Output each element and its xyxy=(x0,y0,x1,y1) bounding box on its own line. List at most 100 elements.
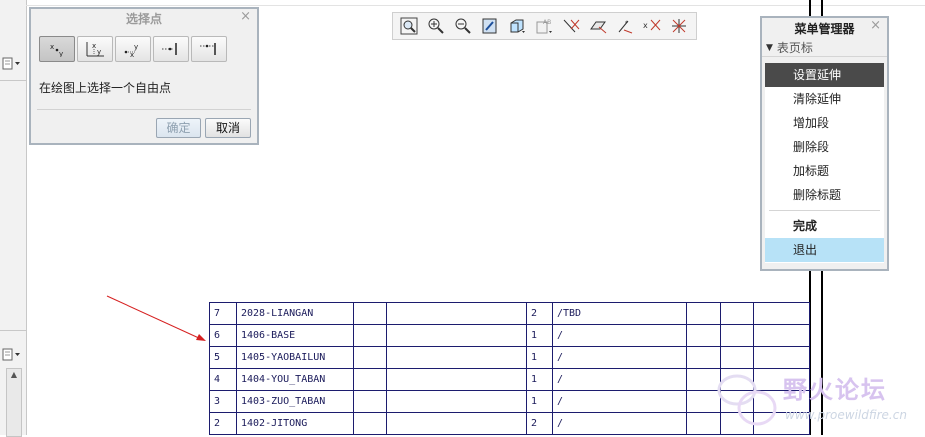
table-cell: 1404-YOU_TABAN xyxy=(236,368,354,391)
table-cell xyxy=(386,302,527,325)
table-row[interactable]: 7 2028-LIANGAN 2/TBD xyxy=(209,302,810,325)
menu-item-add-title[interactable]: 加标题 xyxy=(765,159,884,183)
svg-text:y: y xyxy=(97,48,101,56)
repaint-icon xyxy=(482,18,497,34)
menu-item-add-segment[interactable]: 增加段 xyxy=(765,111,884,135)
menu-item-delete-segment[interactable]: 删除段 xyxy=(765,135,884,159)
point-on-edge-icon xyxy=(162,43,177,55)
svg-text:*: * xyxy=(625,20,628,27)
dialog-divider xyxy=(37,109,251,110)
table-cell: 1 xyxy=(526,390,553,413)
menu-manager-title: 菜单管理器 xyxy=(794,22,855,36)
menu-item-set-extension[interactable]: 设置延伸 xyxy=(765,63,884,87)
table-cell: 3 xyxy=(209,390,237,413)
csys-display-button[interactable]: x xyxy=(640,15,664,37)
table-cell: 7 xyxy=(209,302,237,325)
svg-text:x: x xyxy=(130,51,134,58)
table-cell xyxy=(686,324,721,347)
point-on-vertex-icon xyxy=(200,43,216,55)
table-cell xyxy=(720,346,754,369)
svg-text:y: y xyxy=(59,50,63,57)
menu-manager: 菜单管理器 × ▼ 表页标 设置延伸 清除延伸 增加段 删除段 加标题 删除标题… xyxy=(760,16,889,271)
table-cell xyxy=(353,390,387,413)
point-xy-button[interactable]: x y xyxy=(39,36,75,62)
table-cell xyxy=(753,346,810,369)
watermark-url: www.proewildfire.cn xyxy=(785,408,907,422)
close-icon[interactable]: × xyxy=(870,18,881,33)
axis-display-icon xyxy=(563,19,580,33)
zoom-out-icon xyxy=(455,18,471,34)
model-tree-dropdown-button[interactable] xyxy=(0,343,24,365)
cancel-button[interactable]: 取消 xyxy=(205,118,251,138)
table-cell xyxy=(353,368,387,391)
table-cell: / xyxy=(552,346,687,369)
plane-display-icon xyxy=(590,21,607,34)
spin-center-button[interactable] xyxy=(667,15,691,37)
view-toolbar: AB * x xyxy=(392,12,697,40)
table-cell xyxy=(353,324,387,347)
table-cell xyxy=(353,302,387,325)
table-cell: 2 xyxy=(526,302,553,325)
point-xy-icon: x y xyxy=(50,43,63,57)
table-cell: / xyxy=(552,390,687,413)
menu-item-list: 设置延伸 清除延伸 增加段 删除段 加标题 删除标题 完成 退出 xyxy=(765,63,884,263)
point-type-tools: x y x y y x xyxy=(39,36,227,62)
butterfly-logo-icon xyxy=(717,374,777,426)
menu-section-label: 表页标 xyxy=(776,41,813,55)
watermark: 野火论坛 www.proewildfire.cn xyxy=(715,368,925,435)
note-display-button[interactable]: AB xyxy=(532,15,556,37)
table-cell: 1406-BASE xyxy=(236,324,354,347)
ok-button[interactable]: 确定 xyxy=(156,118,201,138)
table-cell: 1402-JITONG xyxy=(236,412,354,435)
note-display-icon: AB xyxy=(536,19,552,34)
table-cell xyxy=(753,302,810,325)
table-cell: 1403-ZUO_TABAN xyxy=(236,390,354,413)
top-divider xyxy=(26,0,925,6)
menu-item-clear-extension[interactable]: 清除延伸 xyxy=(765,87,884,111)
svg-text:y: y xyxy=(134,43,138,51)
point-display-button[interactable]: * xyxy=(613,15,637,37)
table-cell: 5 xyxy=(209,346,237,369)
scroll-up-icon[interactable]: ▲ xyxy=(7,369,21,381)
vertical-scrollbar[interactable]: ▲ xyxy=(6,368,22,437)
menu-item-quit[interactable]: 退出 xyxy=(765,238,884,262)
table-cell: / xyxy=(552,368,687,391)
point-on-vertex-button[interactable] xyxy=(191,36,227,62)
table-cell xyxy=(686,346,721,369)
table-row[interactable]: 5 1405-YAOBAILUN 1/ xyxy=(209,346,810,369)
repaint-button[interactable] xyxy=(478,15,502,37)
zoom-in-button[interactable] xyxy=(424,15,448,37)
svg-text:x: x xyxy=(92,42,96,50)
select-point-dialog: 选择点 × x y x y y x 在绘图上选择一个自由点 确定 取消 xyxy=(29,7,259,145)
table-cell: 1405-YAOBAILUN xyxy=(236,346,354,369)
axis-display-button[interactable] xyxy=(559,15,583,37)
dialog-title: 选择点 xyxy=(125,12,162,26)
plane-display-button[interactable] xyxy=(586,15,610,37)
table-cell xyxy=(386,324,527,347)
tree-icon xyxy=(2,348,20,361)
menu-section-header[interactable]: ▼ 表页标 xyxy=(762,40,887,57)
point-absolute-coord-button[interactable]: x y xyxy=(77,36,113,62)
table-cell xyxy=(386,346,527,369)
menu-item-done[interactable]: 完成 xyxy=(765,214,884,238)
table-row[interactable]: 6 1406-BASE 1/ xyxy=(209,324,810,347)
table-cell: / xyxy=(552,324,687,347)
table-cell xyxy=(720,324,754,347)
display-style-button[interactable] xyxy=(505,15,529,37)
close-icon[interactable]: × xyxy=(240,9,251,24)
table-cell: 1 xyxy=(526,324,553,347)
left-tool-strip: ▲ xyxy=(0,0,27,437)
table-cell xyxy=(720,302,754,325)
table-cell: 1 xyxy=(526,346,553,369)
table-cell: 1 xyxy=(526,368,553,391)
zoom-out-button[interactable] xyxy=(451,15,475,37)
zoom-in-icon xyxy=(428,18,444,34)
point-on-edge-button[interactable] xyxy=(153,36,189,62)
triangle-down-icon: ▼ xyxy=(766,43,773,53)
point-relative-coord-button[interactable]: y x xyxy=(115,36,151,62)
zoom-fit-button[interactable] xyxy=(397,15,421,37)
table-cell xyxy=(686,302,721,325)
layer-dropdown-button[interactable] xyxy=(0,52,24,74)
svg-text:AB: AB xyxy=(543,19,551,26)
menu-item-delete-title[interactable]: 删除标题 xyxy=(765,183,884,207)
